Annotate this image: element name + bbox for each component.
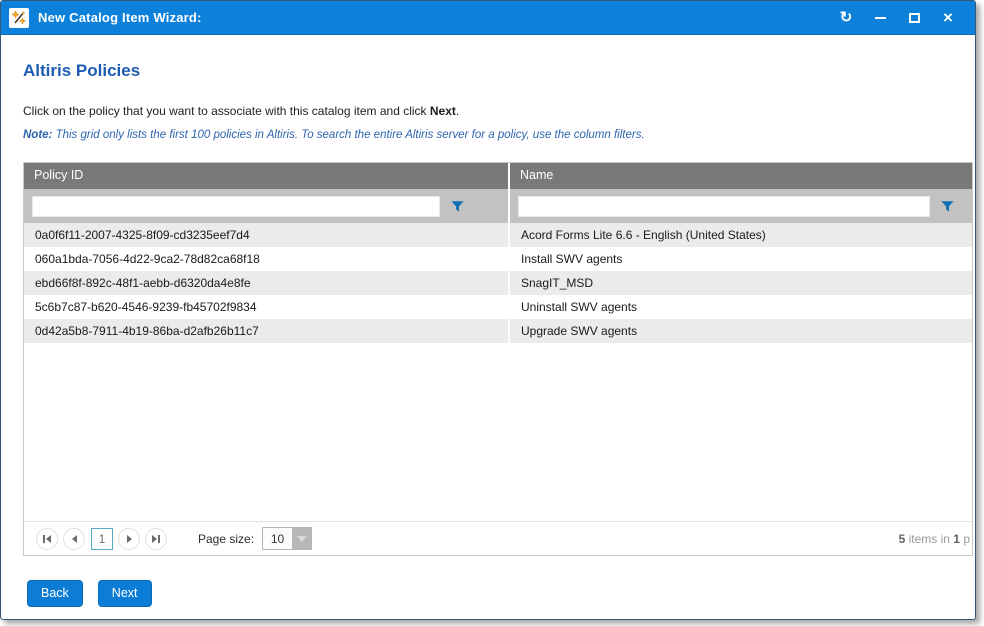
wizard-footer: Back Next [27, 580, 975, 607]
policy-id-cell[interactable]: ebd66f8f-892c-48f1-aebb-d6320da4e8fe [24, 271, 510, 295]
table-row[interactable]: ebd66f8f-892c-48f1-aebb-d6320da4e8fe Sna… [24, 271, 972, 295]
policy-id-cell[interactable]: 5c6b7c87-b620-4546-9239-fb45702f9834 [24, 295, 510, 319]
summary-suffix: p [960, 532, 970, 546]
pager-bar: 1 Page size: 10 5 items in 1 p [24, 521, 972, 555]
instruction-prefix: Click on the policy that you want to ass… [23, 104, 430, 118]
items-summary: 5 items in 1 p [899, 532, 970, 546]
page-size-value: 10 [263, 528, 292, 549]
summary-mid: items in [905, 532, 953, 546]
titlebar: New Catalog Item Wizard: ↻ × [1, 1, 975, 35]
instruction-suffix: . [456, 104, 459, 118]
name-cell[interactable]: Upgrade SWV agents [510, 319, 972, 343]
policies-grid: Policy ID Name 0a0f6f11-2007-4325-8f0 [23, 162, 973, 556]
note-text: Note: This grid only lists the first 100… [23, 129, 975, 141]
grid-rows: 0a0f6f11-2007-4325-8f09-cd3235eef7d4 Aco… [24, 223, 972, 343]
table-row[interactable]: 060a1bda-7056-4d22-9ca2-78d82ca68f18 Ins… [24, 247, 972, 271]
instruction-text: Click on the policy that you want to ass… [23, 104, 975, 118]
page-title: Altiris Policies [23, 61, 975, 81]
name-filter-cell [510, 189, 972, 223]
policy-id-filter-cell [24, 189, 510, 223]
instruction-next-emphasis: Next [430, 104, 456, 118]
page-size-label: Page size: [198, 532, 254, 546]
note-label: Note: [23, 129, 52, 141]
minimize-icon[interactable] [865, 5, 895, 31]
name-cell[interactable]: Uninstall SWV agents [510, 295, 972, 319]
dropdown-arrow-icon[interactable] [292, 528, 311, 549]
window-title: New Catalog Item Wizard: [38, 10, 202, 25]
grid-header-row: Policy ID Name [24, 163, 972, 189]
close-icon[interactable]: × [933, 5, 963, 31]
first-page-button[interactable] [36, 528, 58, 550]
name-cell[interactable]: SnagIT_MSD [510, 271, 972, 295]
current-page-indicator[interactable]: 1 [91, 528, 113, 550]
maximize-icon[interactable] [899, 5, 929, 31]
refresh-icon[interactable]: ↻ [831, 5, 861, 31]
back-button[interactable]: Back [27, 580, 83, 607]
policy-id-cell[interactable]: 0d42a5b8-7911-4b19-86ba-d2afb26b11c7 [24, 319, 510, 343]
grid-filter-row [24, 189, 972, 223]
name-cell[interactable]: Install SWV agents [510, 247, 972, 271]
policy-id-cell[interactable]: 060a1bda-7056-4d22-9ca2-78d82ca68f18 [24, 247, 510, 271]
name-cell[interactable]: Acord Forms Lite 6.6 - English (United S… [510, 223, 972, 247]
filter-funnel-icon[interactable] [941, 200, 954, 213]
note-body: This grid only lists the first 100 polic… [52, 129, 644, 141]
filter-funnel-icon[interactable] [451, 200, 464, 213]
policy-id-filter-input[interactable] [32, 196, 440, 217]
wizard-window: New Catalog Item Wizard: ↻ × Altiris Pol… [0, 0, 976, 620]
name-filter-input[interactable] [518, 196, 930, 217]
grid-empty-area [24, 343, 972, 521]
policy-id-cell[interactable]: 0a0f6f11-2007-4325-8f09-cd3235eef7d4 [24, 223, 510, 247]
table-row[interactable]: 0d42a5b8-7911-4b19-86ba-d2afb26b11c7 Upg… [24, 319, 972, 343]
column-header-policy-id[interactable]: Policy ID [24, 163, 510, 189]
page-size-dropdown[interactable]: 10 [262, 527, 312, 550]
wizard-stars-icon [9, 8, 29, 28]
last-page-button[interactable] [145, 528, 167, 550]
summary-pages: 1 [953, 532, 960, 546]
table-row[interactable]: 5c6b7c87-b620-4546-9239-fb45702f9834 Uni… [24, 295, 972, 319]
previous-page-button[interactable] [63, 528, 85, 550]
next-button[interactable]: Next [98, 580, 152, 607]
column-header-name[interactable]: Name [510, 163, 972, 189]
table-row[interactable]: 0a0f6f11-2007-4325-8f09-cd3235eef7d4 Aco… [24, 223, 972, 247]
next-page-button[interactable] [118, 528, 140, 550]
